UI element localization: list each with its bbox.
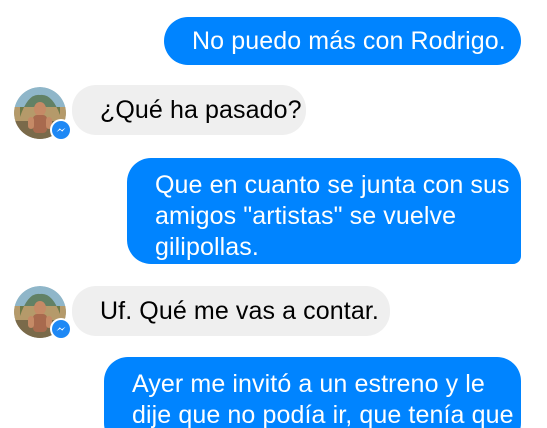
message-line: Que en cuanto se junta con sus (155, 171, 510, 199)
message-line: dije que no podía ir, que tenía que (132, 401, 514, 428)
message-line: Ayer me invitó a un estreno y le (132, 370, 485, 398)
messenger-icon (50, 318, 72, 340)
message-line: amigos "artistas" se vuelve (155, 202, 457, 230)
message-line: gilipollas. (155, 233, 259, 261)
incoming-message-bubble[interactable]: Uf. Qué me vas a contar. (72, 286, 390, 336)
message-line: Uf. Qué me vas a contar. (100, 297, 379, 325)
messenger-icon (50, 119, 72, 141)
contact-avatar[interactable] (14, 87, 72, 141)
message-thread: No puedo más con Rodrigo. ¿Qué ha pasado… (0, 0, 547, 428)
message-line: No puedo más con Rodrigo. (192, 27, 506, 55)
outgoing-message-bubble[interactable]: Ayer me invitó a un estreno y le dije qu… (104, 357, 521, 428)
outgoing-message-bubble[interactable]: No puedo más con Rodrigo. (164, 17, 521, 65)
message-line: ¿Qué ha pasado? (100, 96, 302, 124)
incoming-message-bubble[interactable]: ¿Qué ha pasado? (72, 85, 306, 135)
outgoing-message-bubble[interactable]: Que en cuanto se junta con sus amigos "a… (127, 158, 521, 264)
contact-avatar[interactable] (14, 286, 72, 340)
